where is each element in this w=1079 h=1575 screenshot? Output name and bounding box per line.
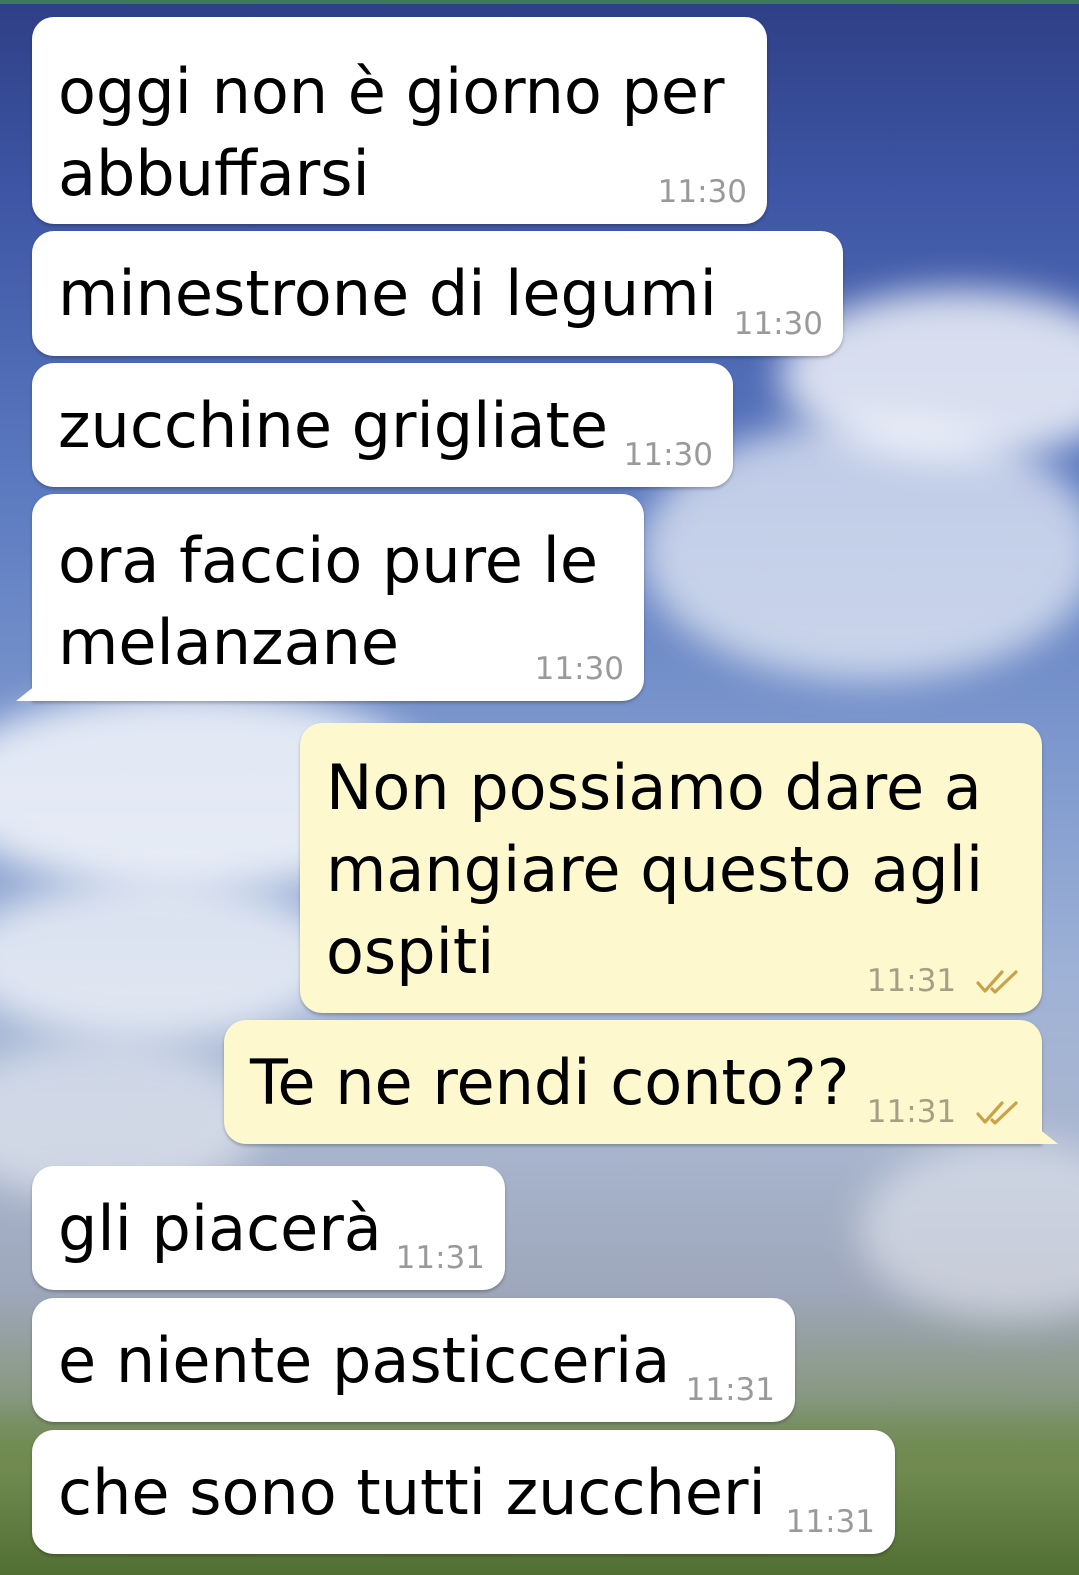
message-text: e niente pasticceria [58, 1324, 671, 1397]
message-time: 11:30 [733, 306, 823, 342]
message-text: gli piacerà [58, 1192, 382, 1265]
bubble-tail [16, 685, 36, 701]
cloud [860, 1140, 1079, 1320]
message-bubble-incoming[interactable]: ora faccio pure le melanzane 11:30 [16, 494, 644, 701]
top-strip [0, 0, 1079, 4]
message-time: 11:31 [866, 963, 957, 999]
message-bubble-incoming[interactable]: che sono tutti zuccheri 11:31 [32, 1430, 895, 1554]
message-time: 11:30 [623, 437, 713, 473]
message-bubble-incoming[interactable]: minestrone di legumi 11:30 [32, 231, 843, 356]
double-check-icon [976, 970, 1018, 994]
message-time: 11:31 [785, 1504, 875, 1540]
message-time: 11:31 [866, 1094, 957, 1130]
message-text: zucchine grigliate [58, 389, 609, 462]
message-text: che sono tutti zuccheri [58, 1456, 766, 1529]
bubble-tail [1038, 1128, 1058, 1144]
message-text: minestrone di legumi [58, 257, 717, 330]
cloud [0, 880, 340, 1040]
message-bubble-incoming[interactable]: oggi non è giorno per abbuffarsi 11:30 [32, 17, 767, 224]
message-bubble-outgoing[interactable]: Te ne rendi conto?? 11:31 [224, 1020, 1058, 1144]
message-text: Te ne rendi conto?? [250, 1046, 850, 1119]
message-time: 11:31 [395, 1240, 485, 1276]
double-check-icon [976, 1101, 1018, 1125]
message-text: ora faccio pure le melanzane [58, 524, 598, 679]
message-bubble-incoming[interactable]: gli piacerà 11:31 [32, 1166, 505, 1290]
message-text: Non possiamo dare a mangiare questo agli… [326, 751, 984, 988]
message-time: 11:31 [685, 1372, 775, 1408]
message-text: oggi non è giorno per abbuffarsi [58, 55, 725, 210]
message-bubble-incoming[interactable]: e niente pasticceria 11:31 [32, 1298, 795, 1422]
message-bubble-incoming[interactable]: zucchine grigliate 11:30 [32, 363, 733, 487]
message-status: 11:31 [867, 1094, 1022, 1130]
message-bubble-outgoing[interactable]: Non possiamo dare a mangiare questo agli… [300, 723, 1042, 1013]
message-time: 11:30 [534, 651, 624, 687]
message-status: 11:31 [867, 963, 1022, 999]
message-time: 11:30 [657, 174, 747, 210]
